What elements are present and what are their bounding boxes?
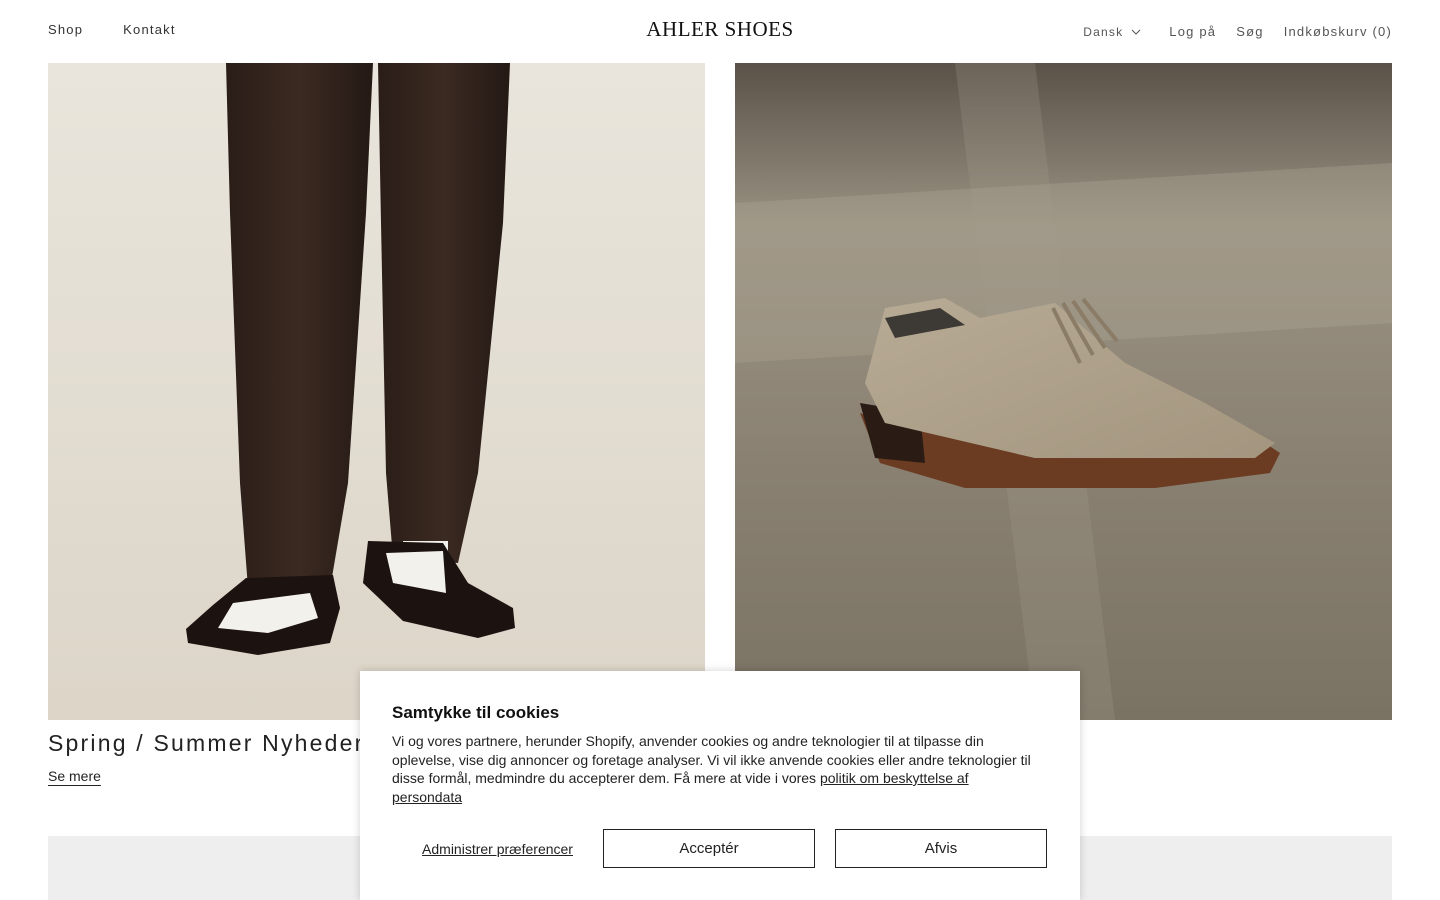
nav-contact-link[interactable]: Kontakt bbox=[123, 22, 176, 37]
nav-shop-link[interactable]: Shop bbox=[48, 22, 83, 37]
cart-link[interactable]: Indkøbskurv (0) bbox=[1284, 24, 1392, 39]
collection-image-derby[interactable] bbox=[735, 63, 1392, 720]
main-nav: Shop Kontakt bbox=[48, 22, 176, 37]
loafers-illustration bbox=[48, 63, 705, 720]
site-header: Shop Kontakt AHLER SHOES Dansk Log på Sø… bbox=[0, 0, 1440, 63]
language-selector[interactable]: Dansk bbox=[1083, 25, 1141, 39]
cookie-consent-dialog: Samtykke til cookies Vi og vores partner… bbox=[360, 671, 1080, 900]
cookie-title: Samtykke til cookies bbox=[392, 703, 560, 722]
manage-preferences-button[interactable]: Administrer præferencer bbox=[392, 829, 603, 868]
see-more-link[interactable]: Se mere bbox=[48, 768, 101, 784]
collection-title: Spring / Summer Nyheder bbox=[48, 730, 365, 756]
site-logo[interactable]: AHLER SHOES bbox=[646, 17, 793, 41]
login-link[interactable]: Log på bbox=[1169, 24, 1216, 39]
utility-nav: Dansk Log på Søg Indkøbskurv (0) bbox=[1083, 24, 1392, 39]
language-label: Dansk bbox=[1083, 24, 1124, 39]
cookie-body: Vi og vores partnere, herunder Shopify, … bbox=[392, 732, 1042, 806]
derby-illustration bbox=[735, 63, 1392, 720]
chevron-down-icon bbox=[1131, 29, 1141, 35]
accept-button[interactable]: Acceptér bbox=[603, 829, 815, 868]
reject-button[interactable]: Afvis bbox=[835, 829, 1047, 868]
cookie-buttons: Administrer præferencer Acceptér Afvis bbox=[392, 829, 1048, 868]
search-link[interactable]: Søg bbox=[1236, 24, 1263, 39]
collection-image-loafers[interactable] bbox=[48, 63, 705, 720]
